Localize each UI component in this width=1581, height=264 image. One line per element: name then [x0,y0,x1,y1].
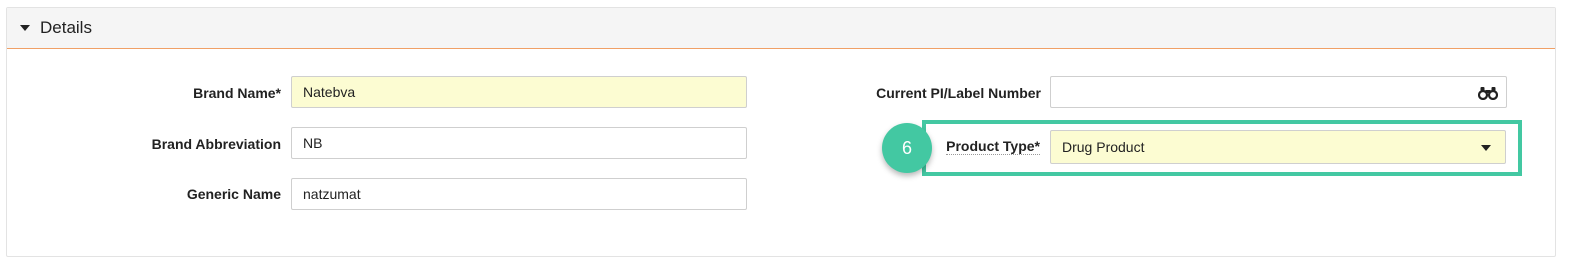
brand-abbreviation-input[interactable]: NB [291,127,747,159]
brand-abbreviation-label: Brand Abbreviation [151,136,281,152]
product-type-select[interactable]: Drug Product [1050,130,1506,164]
generic-name-input[interactable]: natzumat [291,178,747,210]
brand-name-label: Brand Name* [193,85,281,101]
binoculars-icon[interactable] [1478,86,1498,100]
product-type-label: Product Type* [940,137,1040,155]
product-type-value: Drug Product [1062,139,1145,155]
collapse-caret-icon[interactable] [20,25,30,31]
panel-title: Details [40,18,92,37]
brand-abbreviation-value: NB [303,135,323,151]
details-panel-header[interactable]: Details [7,8,1555,49]
brand-name-input[interactable]: Natebva [291,76,747,108]
current-pi-label-number-label: Current PI/Label Number [876,85,1041,101]
step-badge: 6 [882,123,932,173]
product-type-label-text: Product Type* [946,138,1040,155]
generic-name-value: natzumat [303,186,361,202]
generic-name-label: Generic Name [186,186,281,202]
current-pi-label-number-input[interactable] [1050,76,1507,108]
brand-name-value: Natebva [303,84,356,100]
chevron-down-icon[interactable] [1481,145,1491,151]
